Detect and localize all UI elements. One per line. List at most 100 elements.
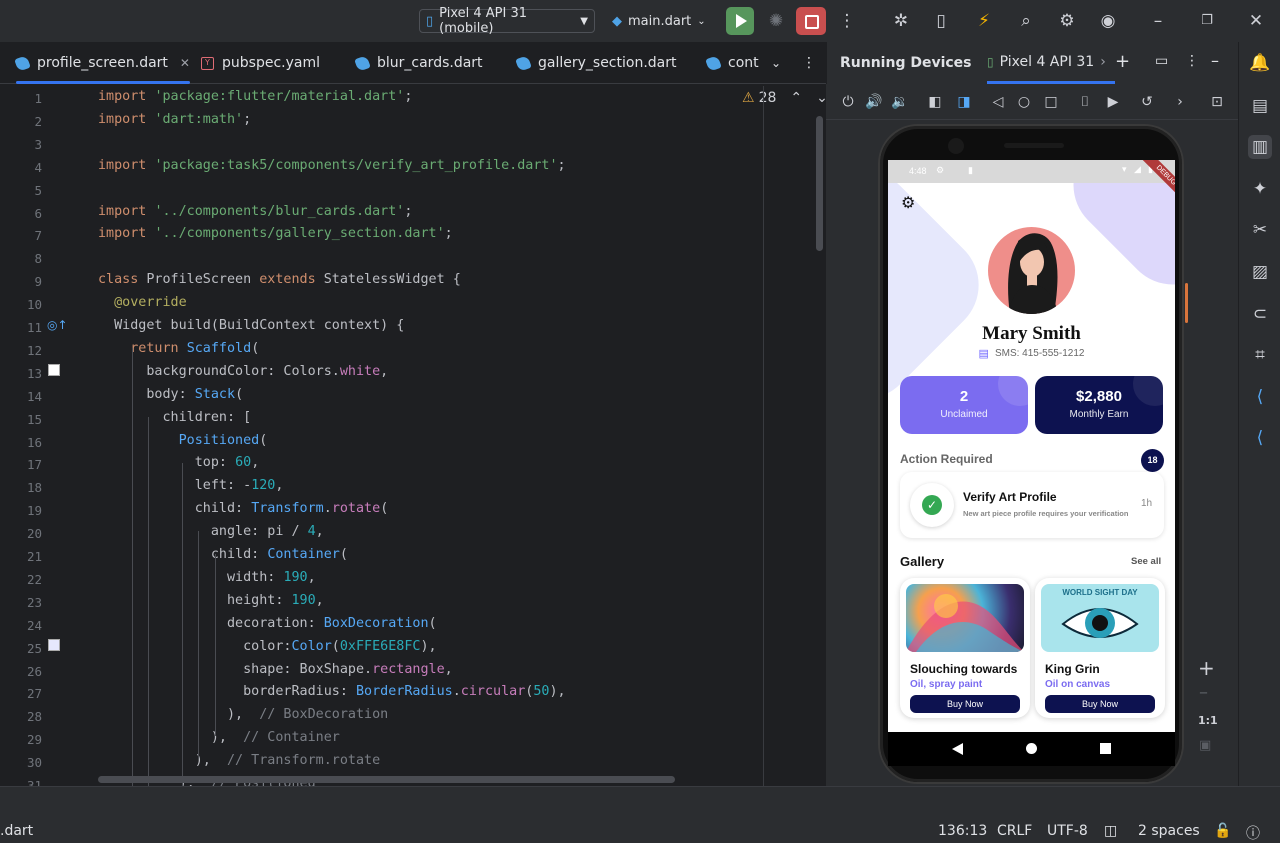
verify-art-card[interactable]: ✓ Verify Art Profile New art piece profi… <box>900 472 1164 538</box>
gallery-icon[interactable]: ▨ <box>1248 260 1272 284</box>
flutter-outline-icon[interactable]: ⟨ <box>1248 426 1272 450</box>
phone-screen[interactable]: 4:48 ⚙ ▮ ▾ ◢ ▮ DEBUG ⚙ Mary Smith ▤ SMS:… <box>888 160 1175 732</box>
see-all-link[interactable]: See all <box>1131 556 1161 567</box>
stat-card-monthly-earn[interactable]: $2,880 Monthly Earn <box>1035 376 1163 434</box>
code-line[interactable]: child: Container( <box>98 547 348 562</box>
home-nav-icon[interactable] <box>1026 743 1037 754</box>
more-vertical-icon[interactable]: ⋮ <box>836 10 858 32</box>
add-device-icon[interactable]: + <box>1115 51 1130 72</box>
editorconfig-icon[interactable]: ◫ <box>1104 823 1117 839</box>
code-line[interactable]: import 'package:task5/components/verify_… <box>98 158 566 173</box>
bug-icon[interactable]: ✲ <box>890 10 912 32</box>
inspection-widget[interactable]: ⚠ 28 ⌃ ⌄ <box>742 90 826 106</box>
color-swatch-lavender[interactable] <box>48 639 60 651</box>
override-marker-icon[interactable]: ◎↑ <box>47 318 68 332</box>
account-icon[interactable]: ◉ <box>1097 10 1119 32</box>
close-tab-icon[interactable]: ✕ <box>180 56 190 70</box>
code-line[interactable]: class ProfileScreen extends StatelessWid… <box>98 272 461 287</box>
vertical-scrollbar[interactable] <box>816 116 823 251</box>
code-line[interactable]: left: -120, <box>98 478 284 493</box>
hot-reload-icon[interactable]: ⚡ <box>973 10 995 32</box>
status-file[interactable]: .dart <box>0 823 33 839</box>
code-line[interactable]: ), // BoxDecoration <box>98 707 388 722</box>
sms-row[interactable]: ▤ SMS: 415-555-1212 <box>888 347 1175 360</box>
run-config-selector[interactable]: ◆ main.dart ⌄ <box>612 9 706 33</box>
notifications-icon[interactable]: 🔔 <box>1248 51 1272 75</box>
minimize-icon[interactable]: – <box>1147 10 1169 32</box>
code-line[interactable]: body: Stack( <box>98 387 243 402</box>
restore-icon[interactable]: ❐ <box>1196 10 1218 32</box>
code-line[interactable]: width: 190, <box>98 570 316 585</box>
volume-down-icon[interactable]: 🔉 <box>890 92 910 112</box>
code-line[interactable]: ), // Container <box>98 730 340 745</box>
code-line[interactable]: backgroundColor: Colors.white, <box>98 364 388 379</box>
device-manager-icon[interactable]: ▤ <box>1248 94 1272 118</box>
more-vertical-icon[interactable]: ⋮ <box>802 42 816 84</box>
camera-icon[interactable]: ⌷ <box>1075 92 1095 112</box>
back-nav-icon[interactable] <box>952 743 963 755</box>
screenrecord-icon[interactable]: ▶ <box>1103 92 1123 112</box>
layout-icon[interactable]: ▭ <box>1155 53 1168 69</box>
code-line[interactable]: import 'dart:math'; <box>98 112 251 127</box>
line-ending[interactable]: CRLF <box>997 823 1032 839</box>
tab-profile-screen[interactable]: profile_screen.dart ✕ <box>14 42 190 84</box>
chevron-up-icon[interactable]: ⌃ <box>790 90 802 106</box>
gallery-card[interactable]: Slouching towards Oil, spray paint Buy N… <box>900 578 1030 718</box>
indent-setting[interactable]: 2 spaces <box>1138 823 1200 839</box>
fit-screen-icon[interactable]: ▣ <box>1199 738 1211 753</box>
inspect-icon[interactable]: ⊡ <box>1207 92 1227 112</box>
minimize-panel-icon[interactable]: – <box>1211 51 1219 70</box>
cursor-position[interactable]: 136:13 <box>938 823 987 839</box>
zoom-in-icon[interactable]: + <box>1198 656 1215 680</box>
code-line[interactable]: Positioned( <box>98 433 268 448</box>
overview-icon[interactable]: □ <box>1041 92 1061 112</box>
readonly-lock-icon[interactable]: 🔓 <box>1214 823 1231 839</box>
flutter-inspector-icon[interactable]: ⟨ <box>1248 385 1272 409</box>
chevron-down-icon[interactable]: ⌄ <box>816 90 826 106</box>
code-line[interactable]: @override <box>98 295 187 310</box>
rotate-left-icon[interactable]: ◧ <box>925 92 945 112</box>
layout-inspector-icon[interactable]: ⌗ <box>1248 343 1272 367</box>
code-line[interactable]: top: 60, <box>98 455 260 470</box>
gear-icon[interactable]: ⚙ <box>1056 10 1078 32</box>
code-line[interactable]: borderRadius: BorderRadius.circular(50), <box>98 684 566 699</box>
code-line[interactable]: children: [ <box>98 410 251 425</box>
running-devices-icon[interactable]: ▥ <box>1248 135 1272 159</box>
code-line[interactable]: child: Transform.rotate( <box>98 501 389 516</box>
avatar[interactable] <box>988 227 1075 314</box>
tab-blur-cards[interactable]: blur_cards.dart <box>354 42 483 84</box>
gemini-icon[interactable]: ✦ <box>1248 177 1272 201</box>
buy-now-button[interactable]: Buy Now <box>910 695 1020 713</box>
power-icon[interactable]: ⏻ <box>838 92 858 112</box>
close-icon[interactable]: ✕ <box>1245 10 1267 32</box>
run-button[interactable] <box>726 7 754 35</box>
zoom-label[interactable]: 1:1 <box>1198 714 1218 727</box>
stat-card-unclaimed[interactable]: 2 Unclaimed <box>900 376 1028 434</box>
stop-button[interactable] <box>796 7 826 35</box>
problems-icon[interactable]: ⓘ <box>1246 823 1260 843</box>
device-manager-icon[interactable]: ▯ <box>930 10 952 32</box>
home-icon[interactable]: ○ <box>1014 92 1034 112</box>
code-line[interactable]: shape: BoxShape.rectangle, <box>98 662 453 677</box>
device-tab[interactable]: ▯ Pixel 4 API 31 › <box>987 42 1115 84</box>
code-line[interactable]: import '../components/blur_cards.dart'; <box>98 204 412 219</box>
tab-pubspec[interactable]: Y pubspec.yaml <box>201 42 320 84</box>
more-vertical-icon[interactable]: ⋮ <box>1185 53 1199 69</box>
overview-nav-icon[interactable] <box>1100 743 1111 754</box>
viewport-scrollbar[interactable] <box>1185 283 1188 323</box>
tab-gallery-section[interactable]: gallery_section.dart <box>515 42 676 84</box>
code-line[interactable]: import '../components/gallery_section.da… <box>98 226 453 241</box>
tab-cont[interactable]: cont <box>705 42 759 84</box>
volume-up-icon[interactable]: 🔊 <box>864 92 884 112</box>
tools-icon[interactable]: ✂ <box>1248 218 1272 242</box>
link-icon[interactable]: ⊂ <box>1248 302 1272 326</box>
back-icon[interactable]: ◁ <box>988 92 1008 112</box>
gallery-card[interactable]: WORLD SIGHT DAY King Grin Oil on canvas … <box>1035 578 1165 718</box>
rotate-right-icon[interactable]: ◨ <box>954 92 974 112</box>
code-line[interactable]: ), // Transform.rotate <box>98 753 380 768</box>
settings-gear-icon[interactable]: ⚙ <box>901 193 915 213</box>
buy-now-button[interactable]: Buy Now <box>1045 695 1155 713</box>
code-line[interactable]: Widget build(BuildContext context) { <box>98 318 404 333</box>
zoom-out-icon[interactable]: – <box>1199 682 1208 703</box>
chevron-right-icon[interactable]: › <box>1170 92 1190 112</box>
